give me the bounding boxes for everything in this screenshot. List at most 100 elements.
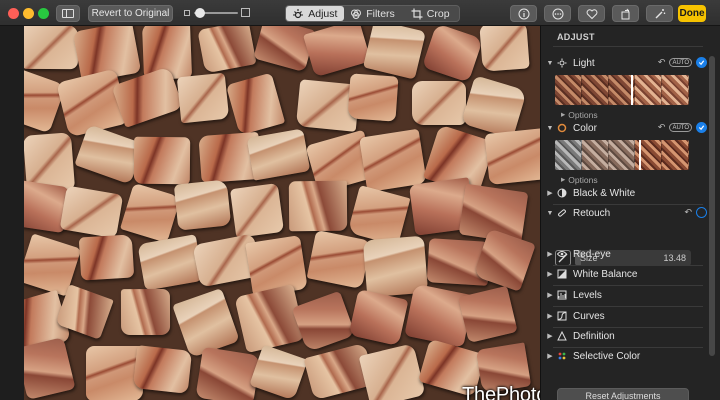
sun-icon bbox=[555, 57, 569, 69]
rotate-button[interactable] bbox=[612, 5, 639, 22]
retouch-toggle-icon[interactable] bbox=[696, 207, 707, 218]
color-options-label: Options bbox=[568, 174, 598, 185]
color-slider-marker[interactable] bbox=[639, 140, 641, 170]
chevron-right-icon[interactable]: ▶ bbox=[545, 270, 555, 278]
color-thumb bbox=[608, 140, 636, 170]
color-enabled-checkmark-icon[interactable] bbox=[696, 122, 707, 133]
stone bbox=[137, 234, 204, 292]
zoom-window-button[interactable] bbox=[38, 8, 49, 19]
auto-enhance-button[interactable] bbox=[646, 5, 673, 22]
zoom-out-icon bbox=[184, 10, 190, 16]
light-thumbnail-strip[interactable] bbox=[555, 75, 689, 105]
stone bbox=[121, 288, 171, 335]
undo-icon[interactable]: ↶ bbox=[684, 207, 692, 218]
section-definition[interactable]: ▶ Definition bbox=[545, 327, 707, 345]
stone bbox=[248, 344, 308, 400]
stone bbox=[24, 26, 79, 70]
color-thumb bbox=[555, 140, 582, 170]
stone bbox=[362, 26, 426, 80]
section-definition-label: Definition bbox=[573, 330, 615, 342]
bandage-icon bbox=[555, 207, 569, 219]
stone bbox=[306, 229, 371, 289]
undo-icon[interactable]: ↶ bbox=[658, 122, 666, 133]
tab-crop[interactable]: Crop bbox=[401, 6, 459, 21]
half-circle-icon bbox=[555, 187, 569, 199]
section-black-white[interactable]: ▶ Black & White bbox=[545, 184, 707, 202]
tab-crop-label: Crop bbox=[426, 7, 450, 20]
revert-to-original-button[interactable]: Revert to Original bbox=[88, 5, 173, 22]
section-retouch[interactable]: ▼ Retouch ↶ bbox=[545, 204, 707, 222]
light-thumb bbox=[635, 75, 663, 105]
stone bbox=[225, 73, 286, 136]
section-black-white-label: Black & White bbox=[573, 187, 636, 199]
chevron-down-icon[interactable]: ▼ bbox=[545, 125, 555, 132]
info-button[interactable] bbox=[510, 5, 537, 22]
section-color-label: Color bbox=[573, 122, 597, 134]
favorite-button[interactable] bbox=[578, 5, 605, 22]
chevron-down-icon[interactable]: ▼ bbox=[545, 60, 555, 67]
stone bbox=[246, 128, 311, 181]
light-slider-marker[interactable] bbox=[631, 75, 633, 105]
color-thumbnail-strip[interactable] bbox=[555, 140, 689, 170]
section-light[interactable]: ▼ Light ↶ AUTO bbox=[545, 54, 707, 72]
chevron-right-icon[interactable]: ▶ bbox=[545, 189, 555, 197]
chevron-right-icon[interactable]: ▶ bbox=[545, 332, 555, 340]
undo-icon[interactable]: ↶ bbox=[658, 57, 666, 68]
stone bbox=[132, 345, 193, 394]
section-selective-color[interactable]: ▶ Selective Color bbox=[545, 347, 707, 365]
heart-icon bbox=[586, 9, 597, 20]
photo-canvas[interactable]: ThePhotoOrganizers.com bbox=[24, 26, 540, 400]
stone bbox=[133, 137, 191, 185]
section-white-balance[interactable]: ▶ White Balance bbox=[545, 265, 707, 283]
sidebar-toggle-button[interactable] bbox=[56, 5, 80, 22]
stone bbox=[194, 346, 261, 400]
curves-icon bbox=[555, 310, 569, 322]
section-red-eye[interactable]: ▶ Red-eye bbox=[545, 245, 707, 263]
chevron-right-icon[interactable]: ▶ bbox=[545, 352, 555, 360]
stone bbox=[289, 181, 348, 232]
stone bbox=[348, 288, 408, 346]
zoom-in-icon bbox=[241, 8, 250, 17]
color-ring-icon bbox=[555, 122, 569, 134]
watermark-text: ThePhotoOrganizers.com bbox=[462, 384, 540, 400]
minimize-window-button[interactable] bbox=[23, 8, 34, 19]
tab-adjust-label: Adjust bbox=[308, 7, 338, 20]
chevron-down-icon[interactable]: ▼ bbox=[545, 210, 555, 217]
stone bbox=[119, 182, 182, 243]
done-button[interactable]: Done bbox=[678, 5, 706, 22]
close-window-button[interactable] bbox=[8, 8, 19, 19]
stone bbox=[59, 185, 124, 238]
section-curves[interactable]: ▶ Curves bbox=[545, 307, 707, 325]
color-auto-button[interactable]: AUTO bbox=[669, 123, 692, 132]
section-light-label: Light bbox=[573, 57, 595, 69]
light-auto-button[interactable]: AUTO bbox=[669, 58, 692, 67]
panel-scrollbar[interactable] bbox=[709, 56, 715, 356]
stone bbox=[479, 26, 531, 72]
sidebar-icon bbox=[62, 9, 74, 18]
tab-filters[interactable]: Filters bbox=[344, 6, 402, 21]
section-white-balance-label: White Balance bbox=[573, 268, 638, 280]
chevron-right-icon[interactable]: ▶ bbox=[545, 312, 555, 320]
light-thumb bbox=[555, 75, 582, 105]
more-options-button[interactable] bbox=[544, 5, 571, 22]
panel-title: ADJUST bbox=[557, 32, 595, 42]
stone bbox=[176, 72, 229, 124]
ellipsis-icon bbox=[552, 8, 563, 20]
stone bbox=[229, 183, 284, 239]
section-curves-label: Curves bbox=[573, 310, 605, 322]
chevron-right-icon[interactable]: ▶ bbox=[545, 291, 555, 299]
info-icon bbox=[518, 8, 529, 20]
light-enabled-checkmark-icon[interactable] bbox=[696, 57, 707, 68]
section-color[interactable]: ▼ Color ↶ AUTO bbox=[545, 119, 707, 137]
crop-icon bbox=[411, 8, 423, 19]
light-options-label: Options bbox=[568, 109, 598, 120]
triangle-icon bbox=[555, 330, 569, 342]
filters-icon bbox=[351, 9, 362, 19]
reset-adjustments-button[interactable]: Reset Adjustments bbox=[557, 388, 689, 400]
chevron-right-icon[interactable]: ▶ bbox=[545, 250, 555, 258]
zoom-slider-knob[interactable] bbox=[195, 8, 205, 18]
light-thumb bbox=[662, 75, 689, 105]
section-levels[interactable]: ▶ Levels bbox=[545, 286, 707, 304]
tab-adjust[interactable]: Adjust bbox=[286, 6, 344, 21]
stone bbox=[421, 26, 484, 83]
